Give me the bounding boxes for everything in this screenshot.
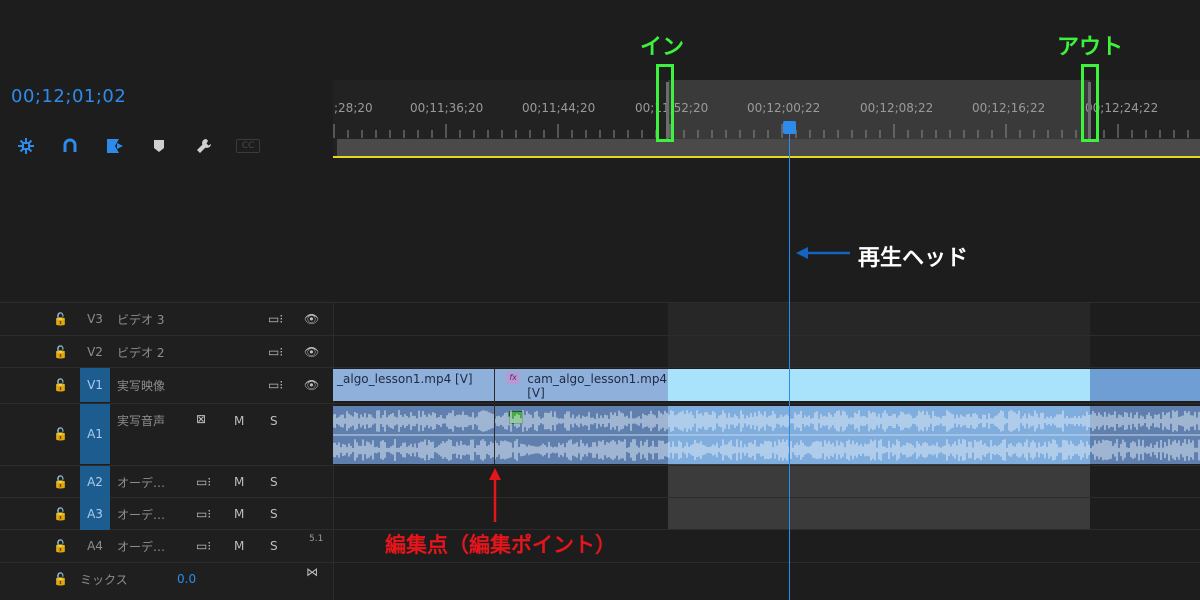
video-clip-right-after-out[interactable] xyxy=(1090,369,1200,401)
annotation-in-box xyxy=(656,64,674,142)
annotation-edit-point-label: 編集点（編集ポイント） xyxy=(385,533,616,557)
mix-volume-value[interactable]: 0.0 xyxy=(177,572,196,586)
track-header-v1: 🔓 V1 実写映像 ▭⁝ 👁 xyxy=(0,368,333,402)
annotation-playhead-label: 再生ヘッド xyxy=(858,246,969,271)
clip-name: cam_algo_lesson1.mp4 [V] xyxy=(527,372,668,400)
captions-icon[interactable]: CC xyxy=(236,139,260,153)
lock-icon[interactable]: 🔓 xyxy=(53,572,68,586)
lock-icon[interactable]: 🔓 xyxy=(53,507,68,521)
track-label[interactable]: ビデオ 3 xyxy=(117,311,164,328)
audio-waveform xyxy=(333,410,1200,461)
annotation-in-label: イン xyxy=(640,35,685,60)
magnet-link-icon[interactable] xyxy=(59,136,81,156)
track-label[interactable]: オーデ… xyxy=(117,506,165,523)
voiceover-record-icon[interactable]: ▭⁝ xyxy=(196,539,211,553)
add-marker-icon[interactable] xyxy=(104,136,126,156)
track-header-v2: 🔓 V2 ビデオ 2 ▭⁝ 👁 xyxy=(0,336,333,368)
track-header-a4: 🔓 A4 オーデ… ▭⁝ M S 5.1 xyxy=(0,530,333,562)
ruler-ticks xyxy=(333,124,1189,138)
track-header-mix: 🔓 ミックス 0.0 ⋈ xyxy=(0,563,333,595)
lock-icon[interactable]: 🔓 xyxy=(53,427,68,441)
toggle-sync-lock-icon[interactable]: ▭⁝ xyxy=(268,378,283,392)
track-header-v3: 🔓 V3 ビデオ 3 ▭⁝ 👁 xyxy=(0,303,333,335)
mute-button[interactable]: M xyxy=(234,414,244,428)
toggle-sync-lock-icon[interactable]: ▭⁝ xyxy=(268,345,283,359)
ruler-tick-label: 00;12;16;22 xyxy=(972,101,1046,115)
mix-label: ミックス xyxy=(80,572,128,587)
marker-icon[interactable] xyxy=(148,136,170,156)
video-clip-right-in-range[interactable] xyxy=(668,369,1090,401)
work-area-bar[interactable] xyxy=(337,139,1200,157)
in-out-range-track-shade xyxy=(668,463,1090,529)
ruler-tick-label: 00;12;08;22 xyxy=(860,101,934,115)
clip-name: _algo_lesson1.mp4 [V] xyxy=(337,372,473,386)
playhead-line xyxy=(789,128,790,600)
solo-button[interactable]: S xyxy=(270,475,278,489)
track-name[interactable]: A1 xyxy=(80,404,110,464)
eye-icon[interactable]: 👁 xyxy=(304,345,319,359)
mute-button[interactable]: M xyxy=(234,539,244,553)
annotation-edit-point-arrow xyxy=(489,468,501,522)
bowtie-icon[interactable]: ⋈ xyxy=(306,565,318,579)
lock-icon[interactable]: 🔓 xyxy=(53,312,68,326)
current-timecode[interactable]: 00;12;01;02 xyxy=(11,86,126,107)
track-name[interactable]: A3 xyxy=(80,498,110,530)
ruler-tick-label: 00;12;00;22 xyxy=(747,101,821,115)
ruler-tick-label: ;28;20 xyxy=(334,101,373,115)
track-label[interactable]: ビデオ 2 xyxy=(117,344,164,361)
video-clip-right[interactable]: fx cam_algo_lesson1.mp4 [V] xyxy=(495,369,668,401)
work-area-line xyxy=(333,156,1200,158)
track-name[interactable]: V3 xyxy=(80,303,110,335)
eye-icon[interactable]: 👁 xyxy=(304,312,319,326)
voiceover-record-icon[interactable]: ▭⁝ xyxy=(196,475,211,489)
track-header-a1: 🔓 A1 実写音声 ⊠ M S xyxy=(0,404,333,464)
track-header-a2: 🔓 A2 オーデ… ▭⁝ M S xyxy=(0,466,333,498)
lock-icon[interactable]: 🔓 xyxy=(53,345,68,359)
mute-button[interactable]: M xyxy=(234,475,244,489)
channel-format-label: 5.1 xyxy=(309,534,324,544)
voiceover-record-off-icon[interactable]: ⊠ xyxy=(196,412,206,426)
track-name[interactable]: A2 xyxy=(80,466,110,498)
toggle-sync-lock-icon[interactable]: ▭⁝ xyxy=(268,312,283,326)
track-name[interactable]: V1 xyxy=(80,368,110,402)
track-label[interactable]: オーデ… xyxy=(117,538,165,555)
playhead-handle[interactable] xyxy=(783,121,796,134)
solo-button[interactable]: S xyxy=(270,414,278,428)
track-header-a3: 🔓 A3 オーデ… ▭⁝ M S xyxy=(0,498,333,530)
track-label[interactable]: オーデ… xyxy=(117,474,165,491)
solo-button[interactable]: S xyxy=(270,539,278,553)
lock-icon[interactable]: 🔓 xyxy=(53,378,68,392)
lock-icon[interactable]: 🔓 xyxy=(53,475,68,489)
snap-icon[interactable] xyxy=(15,136,37,156)
voiceover-record-icon[interactable]: ▭⁝ xyxy=(196,507,211,521)
solo-button[interactable]: S xyxy=(270,507,278,521)
lock-icon[interactable]: 🔓 xyxy=(53,539,68,553)
track-name[interactable]: A4 xyxy=(80,530,110,562)
ruler-tick-label: 00;11;36;20 xyxy=(410,101,484,115)
edit-point-line[interactable] xyxy=(494,369,495,464)
annotation-out-box xyxy=(1081,64,1099,142)
wrench-icon[interactable] xyxy=(193,136,215,156)
video-clip-left[interactable]: _algo_lesson1.mp4 [V] xyxy=(333,369,494,401)
track-name[interactable]: V2 xyxy=(80,336,110,368)
track-label[interactable]: 実写音声 xyxy=(117,412,165,429)
fx-badge[interactable]: fx xyxy=(507,372,520,384)
mute-button[interactable]: M xyxy=(234,507,244,521)
track-label[interactable]: 実写映像 xyxy=(117,377,165,394)
eye-icon[interactable]: 👁 xyxy=(304,378,319,392)
ruler-tick-label: 00;11;44;20 xyxy=(522,101,596,115)
annotation-out-label: アウト xyxy=(1057,35,1124,60)
annotation-playhead-arrow xyxy=(796,247,850,259)
